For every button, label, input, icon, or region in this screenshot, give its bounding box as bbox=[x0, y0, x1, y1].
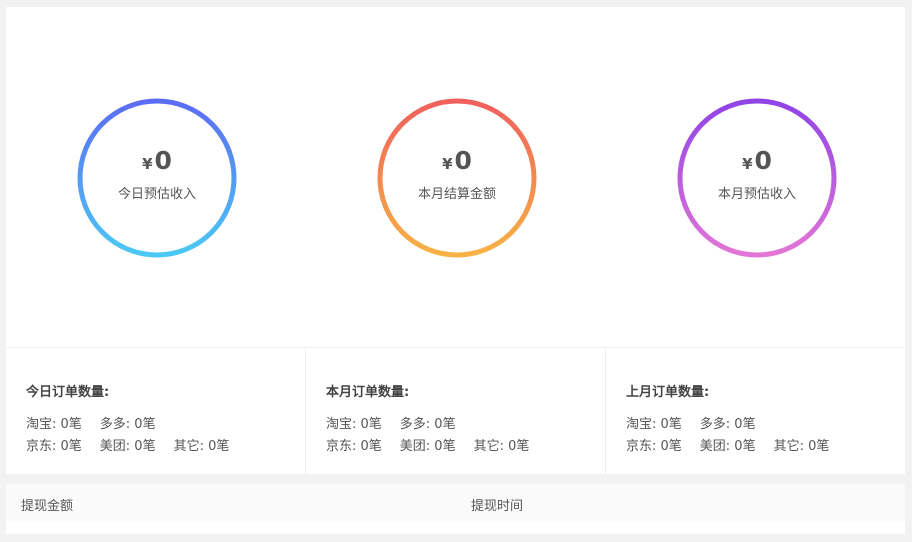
amount-value: ¥0 bbox=[442, 148, 472, 173]
currency-symbol: ¥ bbox=[442, 155, 453, 173]
last-month-orders-card: 上月订单数量: 淘宝: 0笔 多多: 0笔 京东: 0笔 美团: 0笔 其它: 0笔 bbox=[605, 348, 905, 474]
stat-line-2: 京东: 0笔 美团: 0笔 其它: 0笔 bbox=[26, 436, 305, 458]
other-count: 其它: 0笔 bbox=[173, 439, 230, 454]
stat-line-1: 淘宝: 0笔 多多: 0笔 bbox=[26, 414, 305, 436]
amount-value: ¥0 bbox=[742, 148, 772, 173]
today-orders-card: 今日订单数量: 淘宝: 0笔 多多: 0笔 京东: 0笔 美团: 0笔 其它: 0笔 bbox=[6, 348, 305, 474]
column-withdraw-time: 提现时间 bbox=[471, 499, 524, 514]
stat-line-1: 淘宝: 0笔 多多: 0笔 bbox=[326, 414, 605, 436]
stat-line-2: 京东: 0笔 美团: 0笔 其它: 0笔 bbox=[626, 436, 905, 458]
meituan-count: 美团: 0笔 bbox=[399, 439, 456, 454]
month-orders-card: 本月订单数量: 淘宝: 0笔 多多: 0笔 京东: 0笔 美团: 0笔 其它: 0笔 bbox=[305, 348, 605, 474]
jd-count: 京东: 0笔 bbox=[626, 439, 682, 454]
meituan-count: 美团: 0笔 bbox=[699, 439, 756, 454]
withdraw-table-header: 提现金额 提现时间 bbox=[6, 484, 905, 522]
stat-line-2: 京东: 0笔 美团: 0笔 其它: 0笔 bbox=[326, 436, 605, 458]
duoduo-count: 多多: 0笔 bbox=[399, 417, 456, 432]
amount-value: ¥0 bbox=[142, 148, 172, 173]
withdraw-table-body bbox=[6, 522, 905, 534]
taobao-count: 淘宝: 0笔 bbox=[26, 417, 82, 432]
income-summary-panel: ¥0 今日预估收入 ¥0 本月结算金额 ¥0 本月预估收入 bbox=[6, 7, 905, 347]
stat-title: 本月订单数量: bbox=[326, 385, 410, 400]
jd-count: 京东: 0笔 bbox=[26, 439, 82, 454]
month-settled-amount-circle: ¥0 本月结算金额 bbox=[375, 96, 539, 260]
duoduo-count: 多多: 0笔 bbox=[699, 417, 756, 432]
circle-label: 本月预估收入 bbox=[717, 187, 796, 202]
amount-number: 0 bbox=[454, 146, 472, 175]
other-count: 其它: 0笔 bbox=[773, 439, 830, 454]
today-estimated-income-circle: ¥0 今日预估收入 bbox=[75, 96, 239, 260]
taobao-count: 淘宝: 0笔 bbox=[326, 417, 382, 432]
taobao-count: 淘宝: 0笔 bbox=[626, 417, 682, 432]
currency-symbol: ¥ bbox=[142, 155, 153, 173]
duoduo-count: 多多: 0笔 bbox=[99, 417, 156, 432]
order-stats-row: 今日订单数量: 淘宝: 0笔 多多: 0笔 京东: 0笔 美团: 0笔 其它: 0笔 … bbox=[6, 348, 905, 474]
stat-title: 今日订单数量: bbox=[26, 385, 110, 400]
circle-label: 本月结算金额 bbox=[417, 187, 496, 202]
meituan-count: 美团: 0笔 bbox=[99, 439, 156, 454]
stat-title: 上月订单数量: bbox=[626, 385, 710, 400]
column-withdraw-amount: 提现金额 bbox=[21, 499, 74, 514]
month-estimated-income-circle: ¥0 本月预估收入 bbox=[675, 96, 839, 260]
amount-number: 0 bbox=[154, 146, 172, 175]
amount-number: 0 bbox=[754, 146, 772, 175]
currency-symbol: ¥ bbox=[742, 155, 753, 173]
jd-count: 京东: 0笔 bbox=[326, 439, 382, 454]
other-count: 其它: 0笔 bbox=[473, 439, 530, 454]
stat-line-1: 淘宝: 0笔 多多: 0笔 bbox=[626, 414, 905, 436]
circle-label: 今日预估收入 bbox=[117, 187, 196, 202]
